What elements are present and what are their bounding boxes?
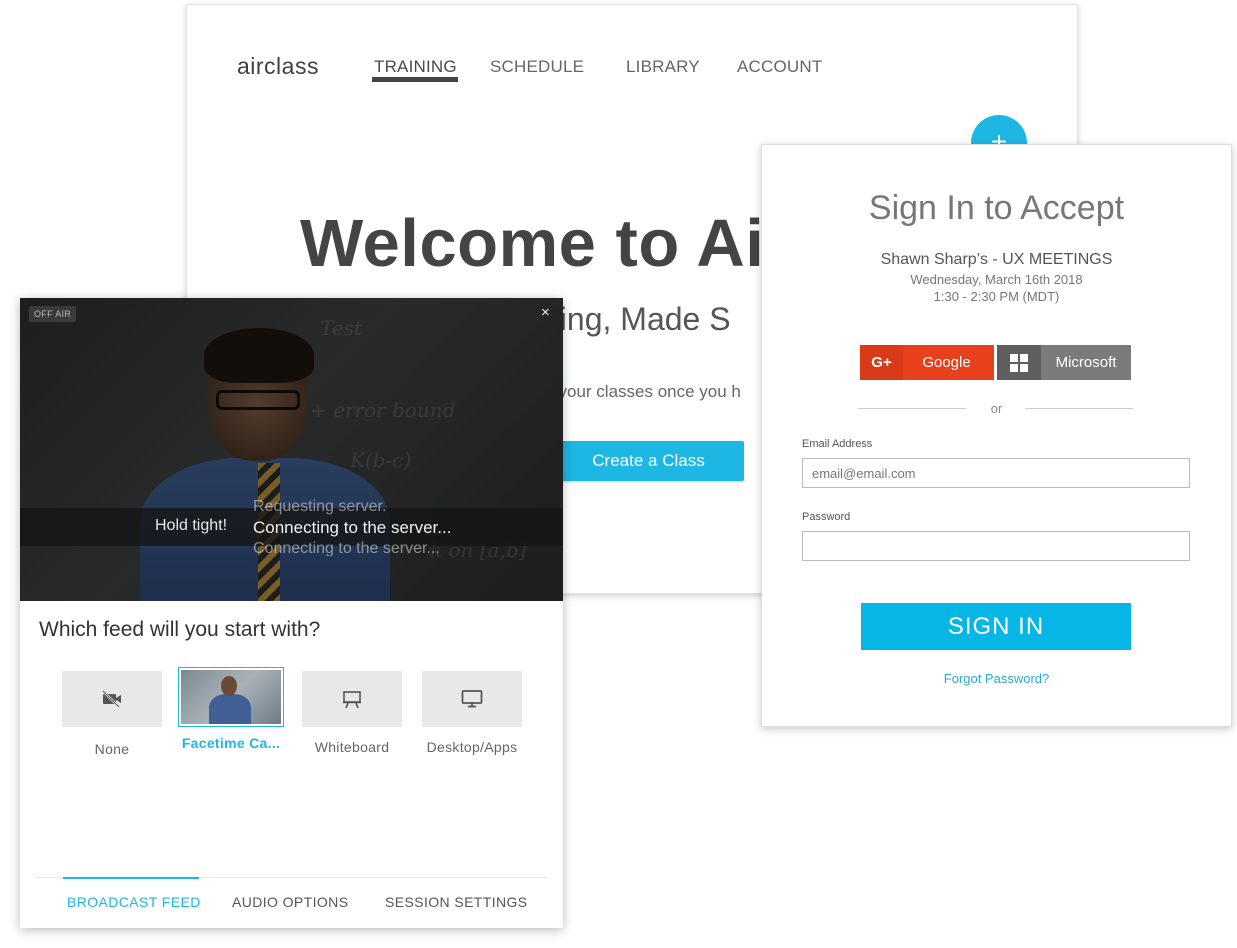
tagline: ning, Made S <box>542 301 731 337</box>
hold-tight-text: Hold tight! <box>155 517 228 534</box>
email-label: Email Address <box>802 438 873 450</box>
feed-tile-whiteboard[interactable] <box>302 671 402 727</box>
signin-title: Sign In to Accept <box>868 189 1125 227</box>
or-divider-right <box>1025 408 1133 409</box>
feed-label-none: None <box>94 741 130 757</box>
camera-off-icon <box>102 690 121 708</box>
status-previous: Requesting server. <box>253 498 387 515</box>
password-field[interactable] <box>802 531 1190 561</box>
sign-in-button[interactable]: SIGN IN <box>861 603 1131 650</box>
connection-status-bar: Hold tight! Requesting server. Connectin… <box>20 498 563 556</box>
off-air-badge: OFF AIR <box>29 306 77 322</box>
feed-option-desktop[interactable]: Desktop/Apps <box>422 671 522 755</box>
google-label: Google <box>922 354 971 371</box>
meeting-time: 1:30 - 2:30 PM (MDT) <box>933 289 1060 304</box>
monitor-icon <box>461 690 483 708</box>
feed-label-desktop: Desktop/Apps <box>426 739 518 755</box>
camera-thumbnail <box>181 670 281 724</box>
feed-option-facetime[interactable]: Facetime Ca... <box>178 667 284 751</box>
broadcast-panel: Test + error bound K(b-c) k on [a,b] OFF… <box>20 298 563 928</box>
feed-option-whiteboard[interactable]: Whiteboard <box>302 671 402 755</box>
airclass-logo[interactable]: airclass <box>237 53 319 80</box>
welcome-subtext: l your classes once you h <box>550 382 741 401</box>
feed-tile-desktop[interactable] <box>422 671 522 727</box>
feed-label-facetime: Facetime Ca... <box>181 735 281 751</box>
signin-panel: Sign In to Accept Shawn Sharp’s - UX MEE… <box>761 144 1232 727</box>
windows-icon <box>997 345 1041 380</box>
tab-audio-options[interactable]: AUDIO OPTIONS <box>232 894 348 910</box>
tab-active-indicator <box>63 877 199 879</box>
google-signin-button[interactable]: G+ Google <box>860 345 994 380</box>
meeting-name: Shawn Sharp’s - UX MEETINGS <box>880 251 1113 268</box>
forgot-password-link[interactable]: Forgot Password? <box>762 671 1231 686</box>
whiteboard-icon <box>343 691 361 709</box>
google-plus-icon: G+ <box>860 345 903 380</box>
feed-tile-facetime[interactable] <box>178 667 284 727</box>
feed-label-whiteboard: Whiteboard <box>314 739 390 755</box>
feed-tile-none[interactable] <box>62 671 162 727</box>
nav-training[interactable]: TRAINING <box>374 57 457 77</box>
microsoft-signin-button[interactable]: Microsoft <box>997 345 1131 380</box>
status-next: Connecting to the server... <box>253 540 440 556</box>
nav-active-underline <box>372 77 458 82</box>
microsoft-label: Microsoft <box>1055 354 1117 371</box>
welcome-heading: Welcome to Ai <box>300 206 765 281</box>
feed-option-none[interactable]: None <box>62 671 162 757</box>
tab-session-settings[interactable]: SESSION SETTINGS <box>385 894 528 910</box>
feed-question: Which feed will you start with? <box>39 618 321 641</box>
password-label: Password <box>802 511 851 523</box>
meeting-date: Wednesday, March 16th 2018 <box>910 272 1083 287</box>
camera-preview: Test + error bound K(b-c) k on [a,b] OFF… <box>20 298 563 601</box>
nav-account[interactable]: ACCOUNT <box>737 57 822 77</box>
tab-broadcast-feed[interactable]: BROADCAST FEED <box>67 894 201 910</box>
status-ticker: Requesting server. Connecting to the ser… <box>253 498 513 556</box>
nav-schedule[interactable]: SCHEDULE <box>490 57 584 77</box>
close-icon[interactable]: × <box>541 304 550 321</box>
nav-library[interactable]: LIBRARY <box>626 57 700 77</box>
email-field[interactable] <box>802 458 1190 488</box>
create-class-button[interactable]: Create a Class <box>553 441 744 481</box>
or-text: or <box>990 401 1003 416</box>
status-current: Connecting to the server... <box>253 518 452 537</box>
